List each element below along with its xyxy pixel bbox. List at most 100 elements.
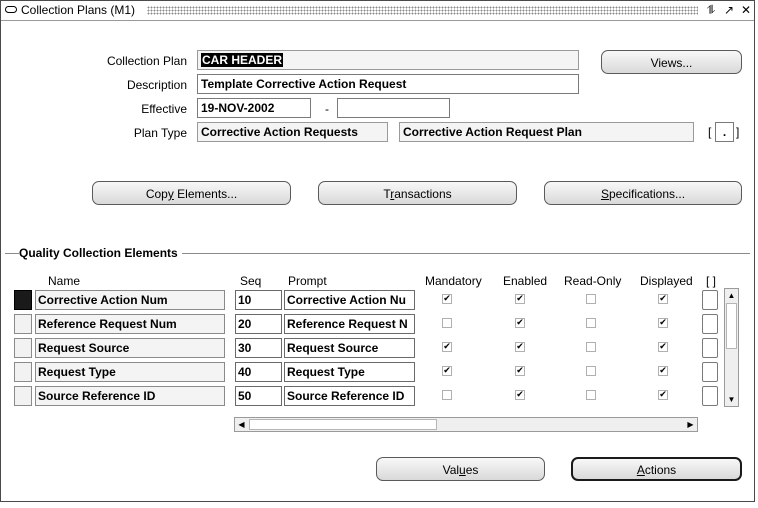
row-selector[interactable] <box>14 290 32 310</box>
window-menu-icon[interactable] <box>5 6 17 13</box>
row-flexfield[interactable] <box>702 386 718 406</box>
element-name-cell[interactable]: Corrective Action Num <box>35 290 225 310</box>
row-flexfield[interactable] <box>702 290 718 310</box>
mandatory-checkbox[interactable] <box>442 342 452 352</box>
values-button[interactable]: Values <box>376 457 545 481</box>
close-icon[interactable]: ✕ <box>739 3 753 17</box>
mandatory-checkbox[interactable] <box>442 294 452 304</box>
collection-plans-window: Collection Plans (M1) ⥮ ↗ ✕ Collection P… <box>0 0 755 502</box>
title-bar-grip <box>147 6 698 15</box>
element-prompt-cell[interactable]: Reference Request N <box>284 314 415 334</box>
copy-elements-button[interactable]: Copy Elements... <box>92 181 291 205</box>
actions-text: ctions <box>644 463 677 477</box>
column-header-mandatory: Mandatory <box>425 274 482 288</box>
element-seq-cell[interactable]: 30 <box>235 338 282 358</box>
column-header-prompt: Prompt <box>288 274 327 288</box>
actions-button[interactable]: Actions <box>571 457 742 481</box>
transactions-text-b: ansactions <box>394 187 452 201</box>
scroll-left-icon[interactable]: ◀ <box>235 418 248 431</box>
plan-type-description-field: Corrective Action Request Plan <box>399 122 694 142</box>
views-button[interactable]: Views... <box>601 50 742 74</box>
read-only-checkbox[interactable] <box>586 390 596 400</box>
values-mnemonic: u <box>459 463 466 477</box>
copy-elements-text-a: Cop <box>145 187 168 201</box>
element-name-cell[interactable]: Request Source <box>35 338 225 358</box>
specifications-mnemonic: S <box>600 187 609 201</box>
horizontal-scroll-thumb[interactable] <box>249 419 437 430</box>
descriptive-flexfield[interactable]: . <box>715 122 734 142</box>
plan-type-field[interactable]: Corrective Action Requests <box>197 122 388 142</box>
read-only-checkbox[interactable] <box>586 294 596 304</box>
element-name-cell[interactable]: Source Reference ID <box>35 386 225 406</box>
enabled-checkbox[interactable] <box>515 294 525 304</box>
transactions-button[interactable]: Transactions <box>318 181 517 205</box>
window-title: Collection Plans (M1) <box>21 3 136 17</box>
section-title: Quality Collection Elements <box>19 246 182 260</box>
displayed-checkbox[interactable] <box>658 294 668 304</box>
displayed-checkbox[interactable] <box>658 366 668 376</box>
column-header-seq: Seq <box>240 274 262 288</box>
specifications-text: pecifications... <box>608 187 686 201</box>
element-prompt-cell[interactable]: Source Reference ID <box>284 386 415 406</box>
element-prompt-cell[interactable]: Request Type <box>284 362 415 382</box>
displayed-checkbox[interactable] <box>658 342 668 352</box>
effective-from-field[interactable]: 19-NOV-2002 <box>197 98 311 118</box>
enabled-checkbox[interactable] <box>515 318 525 328</box>
effective-to-field[interactable] <box>337 98 450 118</box>
row-flexfield[interactable] <box>702 338 718 358</box>
collection-plan-value: CAR HEADER <box>201 53 284 67</box>
element-name-cell[interactable]: Reference Request Num <box>35 314 225 334</box>
horizontal-scrollbar[interactable]: ◀ ▶ <box>234 417 698 432</box>
maximize-icon[interactable]: ↗ <box>722 3 736 17</box>
element-seq-cell[interactable]: 10 <box>235 290 282 310</box>
row-flexfield[interactable] <box>702 314 718 334</box>
values-text-a: Val <box>442 463 460 477</box>
description-label: Description <box>126 78 187 92</box>
column-header-read-only: Read-Only <box>564 274 622 288</box>
element-seq-cell[interactable]: 20 <box>235 314 282 334</box>
row-flexfield[interactable] <box>702 362 718 382</box>
specifications-button[interactable]: Specifications... <box>544 181 742 205</box>
column-header-name: Name <box>48 274 81 288</box>
read-only-checkbox[interactable] <box>586 366 596 376</box>
enabled-checkbox[interactable] <box>515 390 525 400</box>
values-text-b: es <box>465 463 479 477</box>
displayed-checkbox[interactable] <box>658 390 668 400</box>
element-seq-cell[interactable]: 50 <box>235 386 282 406</box>
title-bar[interactable]: Collection Plans (M1) ⥮ ↗ ✕ <box>1 1 754 21</box>
element-prompt-cell[interactable]: Request Source <box>284 338 415 358</box>
column-header-flex: [ ] <box>706 274 717 288</box>
row-selector[interactable] <box>14 362 32 382</box>
restore-icon[interactable]: ⥮ <box>704 3 718 17</box>
effective-separator: - <box>325 102 329 116</box>
enabled-checkbox[interactable] <box>515 342 525 352</box>
vertical-scroll-thumb[interactable] <box>726 303 737 349</box>
mandatory-checkbox[interactable] <box>442 390 452 400</box>
read-only-checkbox[interactable] <box>586 342 596 352</box>
displayed-checkbox[interactable] <box>658 318 668 328</box>
mandatory-checkbox[interactable] <box>442 366 452 376</box>
read-only-checkbox[interactable] <box>586 318 596 328</box>
column-header-enabled: Enabled <box>503 274 548 288</box>
mandatory-checkbox[interactable] <box>442 318 452 328</box>
element-seq-cell[interactable]: 40 <box>235 362 282 382</box>
description-field[interactable]: Template Corrective Action Request <box>197 74 579 94</box>
element-name-cell[interactable]: Request Type <box>35 362 225 382</box>
collection-plan-field[interactable]: CAR HEADER <box>197 50 579 70</box>
scroll-right-icon[interactable]: ▶ <box>684 418 697 431</box>
vertical-scrollbar[interactable]: ▲ ▼ <box>724 288 739 407</box>
copy-elements-text-b: Elements... <box>173 187 238 201</box>
column-header-displayed: Displayed <box>640 274 693 288</box>
effective-label: Effective <box>141 102 187 116</box>
row-selector[interactable] <box>14 314 32 334</box>
element-prompt-cell[interactable]: Corrective Action Nu <box>284 290 415 310</box>
flex-open-bracket: [ <box>708 125 712 139</box>
scroll-down-icon[interactable]: ▼ <box>725 393 738 406</box>
row-selector[interactable] <box>14 386 32 406</box>
row-selector[interactable] <box>14 338 32 358</box>
flex-close-bracket: ] <box>736 125 740 139</box>
scroll-up-icon[interactable]: ▲ <box>725 289 738 302</box>
enabled-checkbox[interactable] <box>515 366 525 376</box>
plan-type-label: Plan Type <box>133 126 187 140</box>
collection-plan-label: Collection Plan <box>106 54 187 68</box>
